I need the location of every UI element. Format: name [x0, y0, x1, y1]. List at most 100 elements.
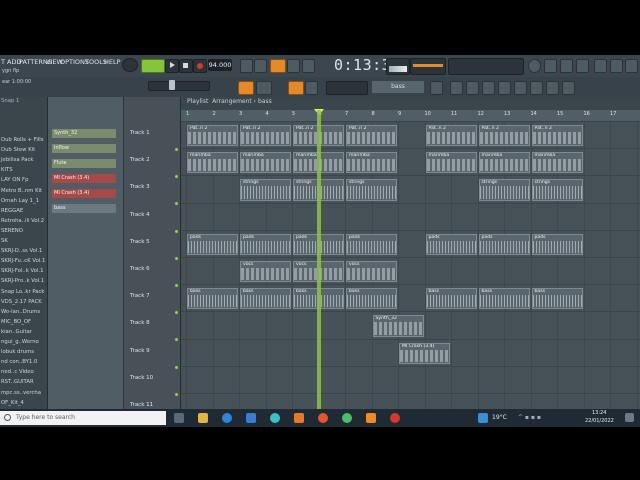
weather-icon[interactable] [478, 413, 488, 423]
metronome-button[interactable] [240, 59, 253, 73]
browser-item[interactable]: ned..c Video [1, 369, 34, 375]
online-news-icon[interactable] [528, 59, 541, 73]
toolbar-icon-5[interactable] [610, 59, 623, 73]
track-mute-led-icon[interactable] [175, 175, 178, 179]
brave-icon[interactable] [318, 413, 328, 423]
pattern-clip[interactable]: marimba [346, 152, 397, 174]
toolbar-icon-1[interactable] [544, 59, 557, 73]
tray-icons[interactable]: ^ ▪ ▪ ▪ [518, 414, 541, 421]
file-explorer-icon[interactable] [198, 413, 208, 423]
record-button[interactable] [193, 59, 207, 73]
draw-tool-button[interactable] [256, 81, 272, 95]
plugin-picker-button[interactable] [514, 81, 527, 95]
channel-button[interactable]: MI Crash (3.4) [52, 174, 116, 183]
record-app-icon[interactable] [390, 413, 400, 423]
pattern-clip[interactable]: strings [478, 179, 530, 201]
track-mute-led-icon[interactable] [175, 311, 178, 315]
browser-item[interactable]: KITS [1, 167, 13, 173]
piano-roll-button[interactable] [450, 81, 463, 95]
pattern-clip[interactable]: pads [531, 233, 583, 255]
fl-studio-task-icon[interactable] [294, 413, 304, 423]
timeline-ruler[interactable] [181, 110, 640, 121]
track-mute-led-icon[interactable] [175, 202, 178, 206]
task-view-icon[interactable] [174, 413, 184, 423]
chrome-icon[interactable] [342, 413, 352, 423]
track-label[interactable]: Track 1 [130, 130, 150, 136]
pattern-clip[interactable]: vocs [240, 261, 291, 283]
pattern-clip[interactable]: Pat..n 2 [187, 125, 238, 147]
browser-item[interactable]: ngui_g..Werno [1, 339, 39, 345]
browser-item[interactable]: mpc.ss..vercha [1, 390, 41, 396]
channel-rack-button[interactable] [466, 81, 479, 95]
browser-item[interactable]: MIC_BO_OF [1, 319, 31, 325]
channel-button[interactable]: Inflow [52, 144, 116, 153]
pattern-clip[interactable]: marimba [240, 152, 291, 174]
track-label[interactable]: Track 8 [130, 320, 150, 326]
track-mute-led-icon[interactable] [175, 338, 178, 342]
browser-item[interactable]: nd con..BY1.0 [1, 359, 37, 365]
browser-item[interactable]: lobuk drums [1, 349, 34, 355]
pattern-clip[interactable]: strings [531, 179, 583, 201]
browser-item[interactable]: SERENO [1, 228, 23, 234]
browser-item[interactable]: Retroha..ili Vol.2 [1, 218, 44, 224]
browser-item[interactable]: LAY ON Fp [1, 177, 28, 183]
track-label[interactable]: Track 2 [130, 157, 150, 163]
track-mute-led-icon[interactable] [175, 148, 178, 151]
pattern-clip[interactable]: Pat..n 2 [425, 125, 477, 147]
browser-item[interactable]: REGGAE [1, 208, 23, 214]
taskbar-search-box[interactable]: Type here to search [0, 411, 166, 425]
store-icon[interactable] [246, 413, 256, 423]
pattern-clip[interactable]: vocs [346, 261, 397, 283]
browser-item[interactable]: kian..Guitar [1, 329, 32, 335]
browser-item[interactable]: Snap Lo..kr Pack [1, 289, 45, 295]
browser-item[interactable]: SKRJ-Fu..cK Vol.1 [1, 258, 45, 264]
pattern-clip[interactable]: Pat..n 2 [346, 125, 397, 147]
pattern-clip[interactable]: Pat..n 2 [478, 125, 530, 147]
countdown-button[interactable] [287, 59, 300, 73]
pattern-clip[interactable]: strings [346, 179, 397, 201]
pattern-clip[interactable]: pads [187, 233, 238, 255]
toolbar-icon-2[interactable] [560, 59, 573, 73]
browser-item[interactable]: SKRJ-D..ss Vol.1 [1, 248, 42, 254]
browser-item[interactable]: RST..GUITAR [1, 379, 34, 385]
browser-item[interactable]: SKRJ-Pro..k Vol.1 [1, 278, 44, 284]
track-mute-led-icon[interactable] [175, 284, 178, 287]
channel-button[interactable]: MI Crash (3.4) [52, 189, 116, 198]
pattern-clip[interactable]: pads [478, 233, 530, 255]
track-label[interactable]: Track 7 [130, 293, 150, 299]
pattern-clip[interactable]: pads [240, 233, 291, 255]
pattern-clip[interactable]: Synth_32 [372, 315, 424, 337]
browser-item[interactable]: Wo-lan..Drums [1, 309, 40, 315]
play-button[interactable] [165, 59, 179, 73]
mixer-icon[interactable] [305, 81, 318, 95]
snap-toggle-button[interactable] [238, 81, 254, 95]
pattern-clip[interactable]: bass [531, 288, 583, 310]
channel-button[interactable]: Flute [52, 159, 116, 168]
menu-tools-partial[interactable]: T [1, 58, 5, 66]
mixer-button[interactable] [482, 81, 495, 95]
track-mute-led-icon[interactable] [175, 229, 178, 233]
toolbar-icon-6[interactable] [625, 59, 638, 73]
browser-item[interactable]: Jebilisa Pack [1, 157, 33, 163]
track-mute-led-icon[interactable] [175, 256, 178, 260]
pattern-clip[interactable]: bass [425, 288, 477, 310]
browser-item[interactable]: Dub Rolls + Fills [1, 137, 44, 143]
browser-button[interactable] [498, 81, 511, 95]
track-label[interactable]: Track 6 [130, 266, 150, 272]
toolbar-icon-3[interactable] [576, 59, 589, 73]
tempo-display[interactable]: 94.000 [208, 59, 232, 71]
track-label[interactable]: Track 10 [130, 375, 153, 381]
pattern-clip[interactable]: marimba [531, 152, 583, 174]
pattern-clip[interactable]: bass [478, 288, 530, 310]
loop-record-button[interactable] [302, 59, 315, 73]
track-label[interactable]: Track 4 [130, 212, 150, 218]
step-seq-button[interactable] [546, 81, 559, 95]
wait-input-button[interactable] [254, 59, 267, 73]
browser-item[interactable]: OF_Kit_4 [1, 400, 24, 406]
pattern-clip[interactable]: pads [346, 233, 397, 255]
playhead[interactable] [317, 110, 321, 409]
pattern-clip[interactable]: bass [346, 288, 397, 310]
track-mute-led-icon[interactable] [175, 392, 178, 396]
toolbar-icon-4[interactable] [594, 59, 607, 73]
pattern-clip[interactable]: bass [187, 288, 238, 310]
